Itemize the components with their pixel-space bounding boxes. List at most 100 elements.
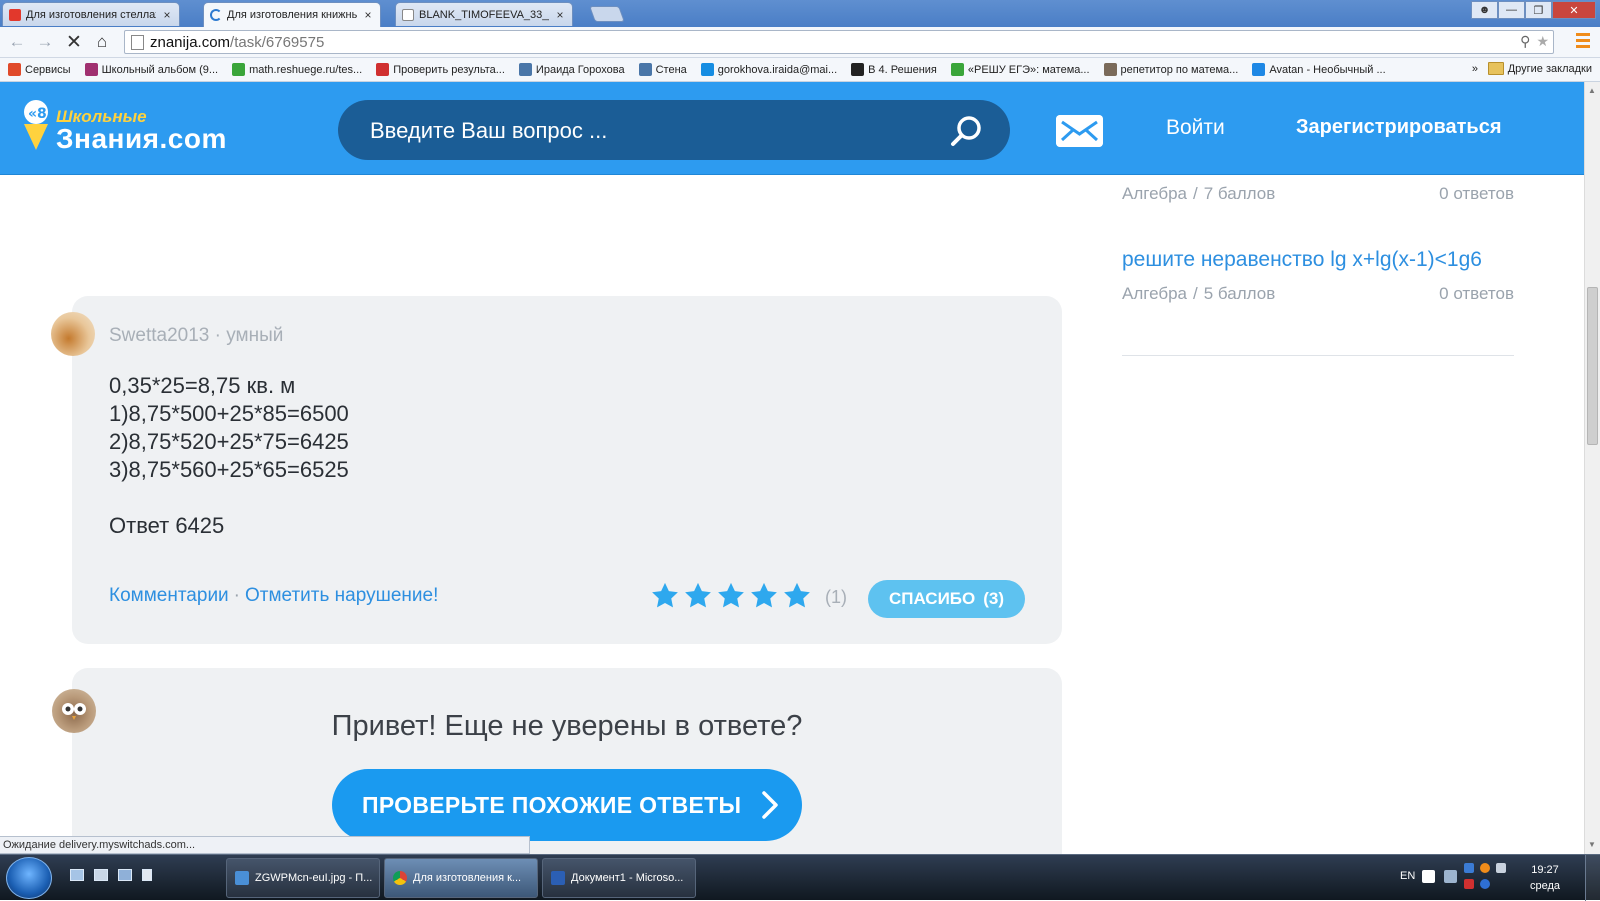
rating-stars[interactable] (650, 581, 812, 611)
star-icon[interactable] (782, 581, 812, 611)
volume-icon[interactable] (1496, 863, 1506, 873)
page-scrollbar[interactable]: ▲ ▼ (1584, 82, 1600, 854)
search-icon[interactable] (950, 114, 984, 148)
browser-tab-3[interactable]: BLANK_TIMOFEEVA_33___3 × (395, 2, 573, 26)
bookmarks-bar: Сервисы Школьный альбом (9... math.reshueg… (0, 58, 1600, 82)
bookmark-item[interactable]: Avatan - Необычный ... (1252, 63, 1386, 76)
scroll-up-icon[interactable]: ▲ (1588, 86, 1596, 95)
url-host: znanija.com (150, 33, 231, 51)
system-tray: EN 19:27 среда (1364, 855, 1600, 901)
related-question-1[interactable]: Алгебра / 7 баллов 0 ответов (1122, 184, 1514, 204)
comments-link[interactable]: Комментарии (109, 585, 229, 606)
address-bar[interactable]: znanija.com/task/6769575 ⚲ ★ (124, 30, 1554, 54)
url-path: /task/6769575 (230, 33, 325, 51)
minimize-button[interactable]: — (1498, 1, 1525, 19)
bookmark-item[interactable]: Школьный альбом (9... (84, 63, 218, 76)
tray-app-icon[interactable] (1480, 879, 1490, 889)
check-similar-answers-button[interactable]: ПРОВЕРЬТЕ ПОХОЖИЕ ОТВЕТЫ (332, 769, 802, 841)
bookmark-item[interactable]: math.reshuege.ru/tes... (232, 63, 362, 76)
taskbar-item-chrome[interactable]: Для изготовления к... (384, 858, 538, 898)
bookmark-item[interactable]: gorokhova.iraida@mai... (700, 63, 837, 76)
bookmark-label: «РЕШУ ЕГЭ»: матема... (967, 63, 1090, 76)
antivirus-icon[interactable] (1464, 879, 1474, 889)
star-icon[interactable] (650, 581, 680, 611)
tab-strip: Для изготовления стеллаж × Для изготовле… (0, 0, 1600, 27)
other-bookmarks-button[interactable]: Другие закладки (1487, 62, 1592, 75)
login-link[interactable]: Войти (1166, 116, 1225, 140)
back-arrow-icon[interactable]: ← (6, 31, 28, 53)
tray-app-icon[interactable] (1464, 863, 1474, 873)
logo-title[interactable]: Знания.com (56, 123, 227, 155)
taskbar-item-label: ZGWPMcn-euI.jpg - П... (255, 872, 373, 884)
new-tab-button[interactable] (589, 6, 625, 22)
document-quick-icon[interactable] (142, 869, 152, 881)
tab-close-icon[interactable]: × (161, 8, 173, 22)
forward-arrow-icon[interactable]: → (34, 31, 56, 53)
question-points: 5 баллов (1203, 284, 1276, 303)
language-indicator[interactable]: EN (1400, 870, 1415, 882)
bookmark-item[interactable]: Стена (638, 63, 687, 76)
svg-text:«8: «8 (28, 106, 47, 122)
chrome-menu-icon[interactable] (1576, 33, 1590, 49)
answer-actions: Комментарии · Отметить нарушение! (109, 585, 438, 607)
bookmark-item[interactable]: Сервисы (8, 63, 71, 76)
close-window-button[interactable]: ✕ (1552, 1, 1596, 19)
browser-tab-2[interactable]: Для изготовления книжны × (203, 2, 381, 27)
network-icon[interactable] (1444, 870, 1457, 883)
browser-tab-1[interactable]: Для изготовления стеллаж × (2, 2, 180, 26)
taskbar-item-word[interactable]: Документ1 - Microso... (542, 858, 696, 898)
home-icon[interactable]: ⌂ (91, 31, 113, 53)
bookmark-item[interactable]: репетитор по матема... (1103, 63, 1238, 76)
bookmarks-overflow-button[interactable]: » (1472, 63, 1478, 75)
restore-button[interactable]: ❐ (1525, 1, 1552, 19)
user-icon[interactable]: ☻ (1471, 1, 1498, 19)
tray-app-icon[interactable] (1480, 863, 1490, 873)
related-question-2[interactable]: решите неравенство lg x+lg(x-1)<1g6 Алге… (1122, 248, 1514, 304)
show-desktop-button[interactable] (1585, 855, 1600, 901)
bookmark-star-icon[interactable]: ★ (1536, 33, 1549, 50)
star-icon[interactable] (749, 581, 779, 611)
question-answers-count: 0 ответов (1439, 284, 1514, 303)
register-link[interactable]: Зарегистрироваться (1296, 116, 1502, 139)
thanks-button[interactable]: СПАСИБО (3) (868, 580, 1025, 618)
bookmark-item[interactable]: «РЕШУ ЕГЭ»: матема... (950, 63, 1090, 76)
tab-title: Для изготовления книжны (227, 9, 357, 21)
related-question-link[interactable]: решите неравенство lg x+lg(x-1)<1g6 (1122, 248, 1514, 272)
report-link[interactable]: Отметить нарушение! (245, 585, 438, 606)
taskbar-item-image-viewer[interactable]: ZGWPMcn-euI.jpg - П... (226, 858, 380, 898)
start-button[interactable] (6, 857, 52, 899)
answer-author[interactable]: Swetta2013 · умный (109, 325, 283, 347)
bookmark-item[interactable]: Ираида Горохова (518, 63, 625, 76)
bookmark-label: Стена (655, 63, 687, 76)
star-icon[interactable] (683, 581, 713, 611)
bookmark-label: Проверить результа... (393, 63, 505, 76)
tab-close-icon[interactable]: × (554, 8, 566, 22)
scroll-down-icon[interactable]: ▼ (1588, 840, 1596, 849)
meta-separator: / (1193, 284, 1198, 303)
search-input[interactable] (368, 112, 932, 150)
switch-windows-icon[interactable] (94, 869, 108, 881)
logo-icon[interactable]: «8 (18, 98, 54, 152)
star-icon[interactable] (716, 581, 746, 611)
question-points: 7 баллов (1203, 184, 1276, 203)
help-icon[interactable] (1422, 870, 1435, 883)
zoom-icon[interactable]: ⚲ (1520, 33, 1530, 50)
envelope-icon[interactable] (1056, 115, 1103, 147)
explorer-quick-icon[interactable] (118, 869, 132, 881)
question-subject[interactable]: Алгебра (1122, 184, 1187, 203)
scrollbar-thumb[interactable] (1587, 287, 1598, 445)
answer-spacer (109, 484, 349, 512)
windows-taskbar: ZGWPMcn-euI.jpg - П... Для изготовления … (0, 854, 1600, 901)
bookmark-item[interactable]: В 4. Решения (851, 63, 937, 76)
eye-icon (84, 63, 98, 76)
clock[interactable]: 19:27 среда (1530, 862, 1560, 894)
photo-icon (1103, 63, 1117, 76)
stop-loading-icon[interactable]: ✕ (63, 31, 85, 53)
bookmark-label: В 4. Решения (868, 63, 937, 76)
show-desktop-quick-icon[interactable] (70, 869, 84, 881)
tab-close-icon[interactable]: × (362, 8, 374, 22)
apps-grid-icon (8, 63, 21, 76)
author-avatar[interactable] (51, 312, 95, 356)
bookmark-item[interactable]: Проверить результа... (376, 63, 505, 76)
question-subject[interactable]: Алгебра (1122, 284, 1187, 303)
